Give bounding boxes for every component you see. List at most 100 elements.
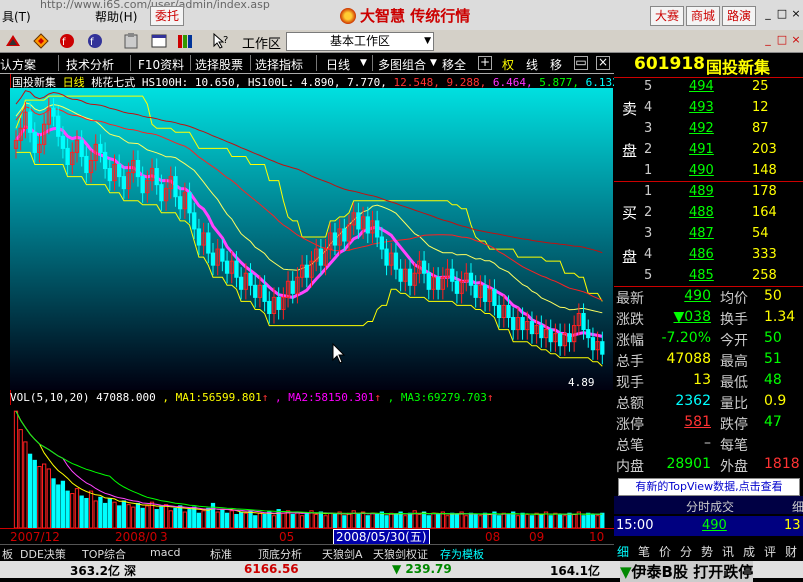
f10-button[interactable]: F10资料 — [138, 56, 184, 73]
tab-top[interactable]: TOP综合 — [82, 546, 126, 562]
volume-bar — [154, 509, 159, 528]
quote-label: 内盘 — [616, 459, 644, 475]
svg-text:f: f — [62, 37, 66, 48]
ob-level: 4 — [644, 247, 653, 262]
detail-tab[interactable]: 成 — [743, 543, 755, 560]
chevron-down-icon[interactable]: ▼ — [430, 58, 437, 68]
diamond-icon[interactable] — [32, 32, 50, 50]
trades-detail[interactable]: 细 — [792, 498, 803, 515]
indicator-param: 7.770, — [340, 76, 387, 88]
close-chart-icon[interactable]: × — [596, 56, 610, 70]
contest-button[interactable]: 大赛 — [650, 6, 685, 26]
tab-top-bottom[interactable]: 顶底分析 — [258, 546, 302, 562]
clipboard-icon[interactable] — [122, 32, 140, 50]
volume-bar — [482, 512, 488, 528]
volume-bar — [159, 506, 164, 528]
daily-button[interactable]: 日线 — [326, 56, 350, 73]
candle-body — [539, 325, 544, 339]
tab-tianlang-a[interactable]: 天狼剑A — [322, 546, 363, 562]
candle-body — [384, 248, 389, 266]
select-indicator-button[interactable]: 选择指标 — [255, 56, 303, 73]
chevron-down-icon[interactable]: ▼ — [360, 58, 367, 68]
detail-tab[interactable]: 评 — [764, 543, 776, 560]
buy-level-row[interactable]: 1 489 178 — [614, 184, 803, 205]
line-button[interactable]: 线 — [526, 56, 538, 73]
candle-body — [581, 312, 586, 331]
volume-bar — [548, 515, 553, 528]
detail-tab[interactable]: 讯 — [722, 543, 734, 560]
candle-body — [496, 304, 502, 319]
multi-chart-button[interactable]: 多图组合 — [378, 56, 426, 73]
ticker-message[interactable]: ▼伊泰B股 打开跌停 — [620, 561, 754, 582]
shift-button[interactable]: 移 — [550, 56, 562, 73]
tab-board[interactable]: 板 — [2, 546, 13, 562]
scheme-button[interactable]: 认方案 — [0, 56, 36, 73]
topview-notice[interactable]: 有新的TopView数据,点击查看 — [618, 478, 800, 496]
buy-level-row[interactable]: 3 487 54 — [614, 226, 803, 247]
save-template-button[interactable]: 存为模板 — [440, 546, 484, 562]
move-all-button[interactable]: 移全 — [442, 56, 466, 73]
roadshow-button[interactable]: 路演 — [722, 6, 757, 26]
volume-bar — [290, 513, 295, 528]
buy-level-row[interactable]: 4 486 333 — [614, 247, 803, 268]
f10-icon[interactable]: f — [58, 32, 76, 50]
sub-minimize-button[interactable]: _ — [762, 34, 774, 46]
market-amount: 363.2亿 — [70, 564, 120, 578]
sub-close-button[interactable]: × — [790, 34, 802, 46]
quote-value: ▼038 — [673, 309, 712, 325]
candle-body — [234, 260, 239, 278]
sub-maximize-button[interactable]: □ — [776, 34, 788, 46]
mouse-cursor-icon — [332, 343, 346, 364]
close-button[interactable]: × — [790, 8, 802, 20]
sell-level-row[interactable]: 2 491 203 — [614, 142, 803, 163]
brand-title: 大智慧 传统行情 — [340, 5, 470, 26]
detail-tab[interactable]: 价 — [659, 543, 671, 560]
sell-level-row[interactable]: 5 494 25 — [614, 79, 803, 100]
tech-analysis-button[interactable]: 技术分析 — [66, 56, 114, 73]
trade-button[interactable]: 委托 — [150, 6, 185, 26]
select-stock-button[interactable]: 选择股票 — [195, 56, 243, 73]
ma3-value: 69279.703 — [427, 391, 487, 404]
buy-level-row[interactable]: 2 488 164 — [614, 205, 803, 226]
ob-level: 2 — [644, 142, 653, 157]
up-arrow-icon[interactable] — [4, 32, 22, 50]
minimize-button[interactable]: _ — [762, 8, 774, 20]
workarea-select[interactable]: 基本工作区 ▼ — [286, 32, 434, 51]
detail-tab[interactable]: 分 — [680, 543, 692, 560]
detail-tab[interactable]: 财 — [785, 543, 797, 560]
sell-level-row[interactable]: 3 492 87 — [614, 121, 803, 142]
quote-label: 总手 — [616, 354, 644, 370]
window-layout-icon[interactable] — [150, 32, 168, 50]
help-cursor-icon[interactable]: ? — [212, 32, 230, 50]
quote-label: 量比 — [720, 396, 748, 412]
buy-level-row[interactable]: 5 485 258 — [614, 268, 803, 289]
maximize-button[interactable]: □ — [776, 8, 788, 20]
tab-dde[interactable]: DDE决策 — [20, 546, 66, 562]
window-icon[interactable]: ▭ — [574, 56, 588, 70]
detail-tab[interactable]: 笔 — [638, 543, 650, 560]
volume-chart[interactable] — [10, 405, 613, 528]
tab-tianlang-warrant[interactable]: 天狼剑权证 — [373, 546, 428, 562]
rights-button[interactable]: 权 — [502, 56, 514, 73]
quote-row: 现手 13 最低 48 — [614, 372, 803, 393]
menu-tools[interactable]: 具(T) — [2, 8, 31, 25]
ma1-label: MA1: — [175, 391, 203, 404]
ob-level: 3 — [644, 121, 653, 136]
ob-volume: 258 — [752, 268, 777, 283]
candle-body — [154, 168, 159, 186]
mall-button[interactable]: 商城 — [686, 6, 721, 26]
price-chart[interactable]: 4.89 — [10, 88, 613, 390]
tab-macd[interactable]: macd — [150, 546, 181, 559]
detail-tab[interactable]: 细 — [617, 543, 629, 560]
candle-body — [224, 260, 230, 274]
volume-bar — [557, 513, 563, 528]
plus-icon[interactable]: + — [478, 56, 492, 70]
info-icon[interactable]: f — [86, 32, 104, 50]
books-icon[interactable] — [176, 32, 194, 50]
sell-level-row[interactable]: 1 490 148 — [614, 163, 803, 184]
tab-standard[interactable]: 标准 — [210, 546, 232, 562]
sell-level-row[interactable]: 4 493 12 — [614, 100, 803, 121]
detail-tab[interactable]: 势 — [701, 543, 713, 560]
quote-value: – — [704, 435, 711, 451]
quote-value: 50 — [764, 288, 782, 304]
